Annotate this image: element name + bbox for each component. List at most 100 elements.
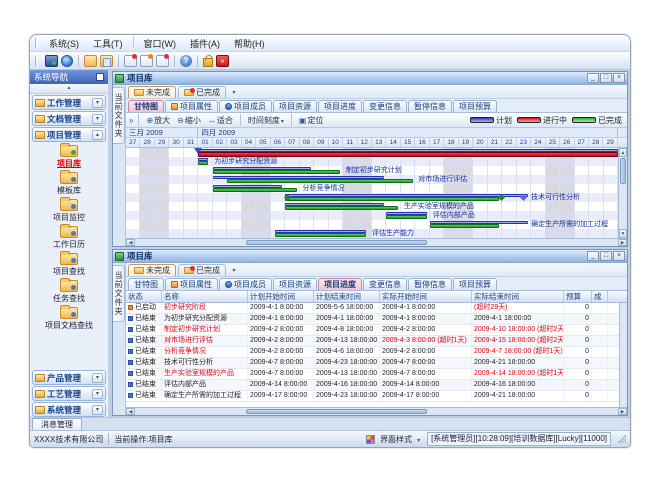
maximize-button[interactable] (600, 251, 612, 261)
fit-button[interactable]: ↔适合 (206, 115, 235, 126)
mail-new-icon[interactable] (124, 55, 137, 67)
timescale-button[interactable]: 时间刻度 (246, 115, 286, 126)
tab-甘特图[interactable]: 甘特图 (128, 100, 164, 112)
actual-bar[interactable] (275, 233, 366, 237)
sidebar-group-collapsed[interactable]: 产品管理 (32, 370, 106, 385)
tab-项目属性[interactable]: 项目属性 (165, 100, 218, 112)
table-row[interactable]: 已结束制定初步研究计划2009-4-2 8:00:002009-4-8 18:0… (126, 325, 619, 336)
menu-item[interactable]: 工具(T) (86, 36, 130, 51)
table-row[interactable]: 已结束对市场进行评估2009-4-2 8:00:002009-4-13 18:0… (126, 336, 619, 347)
scroll-down-icon[interactable]: ▼ (619, 229, 627, 238)
scroll-right-icon[interactable]: ▶ (618, 239, 627, 246)
column-header[interactable]: 预算 (564, 291, 592, 302)
scrollbar-thumb[interactable] (246, 409, 426, 414)
chevron-down-icon[interactable] (228, 265, 240, 276)
table-row[interactable]: 已结束生产实验室规模的产品2009-4-7 8:00:002009-4-13 1… (126, 369, 619, 380)
column-header[interactable]: 成 (592, 291, 608, 302)
sidebar-group-collapsed[interactable]: 系统管理 (32, 402, 106, 417)
column-header[interactable]: 计划结束时间 (314, 291, 380, 302)
current-folder-tab[interactable]: 当前文件夹 (113, 87, 125, 144)
actual-bar[interactable] (198, 152, 618, 157)
chevron-icon[interactable] (92, 114, 103, 124)
chevron-down-icon[interactable] (228, 87, 240, 98)
folder-tab[interactable]: 已完成 (178, 86, 226, 98)
menu-item[interactable]: 帮助(H) (227, 36, 272, 51)
message-management-tab[interactable]: 消息管理 (32, 418, 82, 430)
chevron-icon[interactable] (92, 389, 103, 399)
minimize-button[interactable] (587, 73, 599, 83)
actual-bar[interactable] (285, 197, 499, 201)
scroll-up-icon[interactable]: ▲ (619, 148, 627, 157)
tab-变更信息[interactable]: 变更信息 (363, 278, 407, 290)
chevron-down-icon[interactable] (417, 435, 420, 444)
tab-暂停信息[interactable]: 暂停信息 (408, 278, 452, 290)
chevron-icon[interactable] (92, 130, 103, 140)
folder-view-icon[interactable] (100, 55, 113, 67)
sidebar-item[interactable]: 项目查找 (30, 252, 108, 279)
sidebar-group-expanded[interactable]: 项目管理 (32, 127, 106, 142)
column-header[interactable]: 计划开始时间 (248, 291, 314, 302)
table-row[interactable]: 已结束分析竞争情况2009-4-2 8:00:002009-4-6 18:00:… (126, 347, 619, 358)
panel-title-bar[interactable]: 项目库 (113, 250, 627, 263)
tab-项目成员[interactable]: 项目成员 (219, 278, 272, 290)
scrollbar-thumb[interactable] (246, 240, 426, 245)
menu-item[interactable]: 窗口(W) (137, 36, 184, 51)
lock-icon[interactable] (203, 58, 213, 67)
folder-tab[interactable]: 未完成 (128, 86, 176, 98)
folder-tab[interactable]: 未完成 (128, 264, 176, 276)
actual-bar[interactable] (213, 170, 340, 174)
sidebar-item[interactable]: 项目文档查找 (30, 306, 108, 333)
help-icon[interactable] (180, 55, 192, 67)
chevron-icon[interactable] (92, 405, 103, 415)
resize-grip[interactable] (618, 435, 626, 443)
tab-项目进度[interactable]: 项目进度 (318, 278, 362, 290)
close-button[interactable] (613, 73, 625, 83)
sidebar-collapse-button[interactable] (30, 84, 108, 94)
minimize-button[interactable] (587, 251, 599, 261)
close-button[interactable] (613, 251, 625, 261)
table-row[interactable]: 已结束评估内部产品2009-4-14 8:00:002009-4-16 18:0… (126, 380, 619, 391)
column-header[interactable]: 名称 (162, 291, 248, 302)
zoom-in-button[interactable]: ⊕放大 (144, 115, 172, 126)
sidebar-item[interactable]: 项目监控 (30, 198, 108, 225)
actual-bar[interactable] (227, 179, 412, 183)
interface-style-label[interactable]: 界面样式 (380, 434, 412, 445)
column-header[interactable]: 实际结束时间 (472, 291, 564, 302)
pin-icon[interactable] (96, 73, 104, 81)
tab-项目资源[interactable]: 项目资源 (273, 278, 317, 290)
chevron-icon[interactable] (92, 373, 103, 383)
tab-项目成员[interactable]: 项目成员 (219, 100, 272, 112)
tab-暂停信息[interactable]: 暂停信息 (408, 100, 452, 112)
overflow-icon[interactable] (129, 116, 133, 125)
zoom-out-button[interactable]: ⊖缩小 (175, 115, 203, 126)
table-vertical-scrollbar[interactable] (619, 303, 627, 407)
tab-项目属性[interactable]: 项目属性 (165, 278, 218, 290)
sidebar-group-collapsed[interactable]: 工作管理 (32, 95, 106, 110)
folder-icon[interactable] (84, 55, 97, 67)
tab-变更信息[interactable]: 变更信息 (363, 100, 407, 112)
toolbar-grip[interactable] (35, 56, 38, 66)
scroll-left-icon[interactable]: ◀ (126, 239, 135, 246)
sidebar-item[interactable]: 项目库 (30, 144, 108, 171)
maximize-button[interactable] (600, 73, 612, 83)
current-folder-tab[interactable]: 当前文件夹 (113, 265, 125, 322)
sidebar-group-collapsed[interactable]: 文档管理 (32, 111, 106, 126)
sidebar-item[interactable]: 任务查找 (30, 279, 108, 306)
table-row[interactable]: 已启动初步研究阶段2009-4-1 8:00:002009-5-6 18:00:… (126, 303, 619, 314)
menu-item[interactable]: 插件(A) (183, 36, 227, 51)
folder-tab[interactable]: 已完成 (178, 264, 226, 276)
table-row[interactable]: 已结束为初步研究分配资源2009-4-1 8:00:002009-4-1 18:… (126, 314, 619, 325)
locate-button[interactable]: ▣定位 (297, 115, 326, 126)
gantt-horizontal-scrollbar[interactable]: ◀ ▶ (126, 238, 627, 246)
exit-icon[interactable] (216, 55, 229, 67)
scrollbar-thumb[interactable] (620, 158, 626, 184)
interface-style-icon[interactable] (366, 435, 375, 444)
table-row[interactable]: 已结束技术可行性分析2009-4-7 8:00:002009-4-23 18:0… (126, 358, 619, 369)
actual-bar[interactable] (386, 215, 427, 219)
column-header[interactable]: 实际开始时间 (380, 291, 472, 302)
panel-title-bar[interactable]: 项目库 (113, 72, 627, 85)
globe-icon[interactable] (61, 55, 73, 67)
remote-desktop-icon[interactable] (45, 55, 58, 67)
scroll-left-icon[interactable]: ◀ (126, 408, 135, 415)
menu-grip[interactable] (35, 38, 38, 48)
